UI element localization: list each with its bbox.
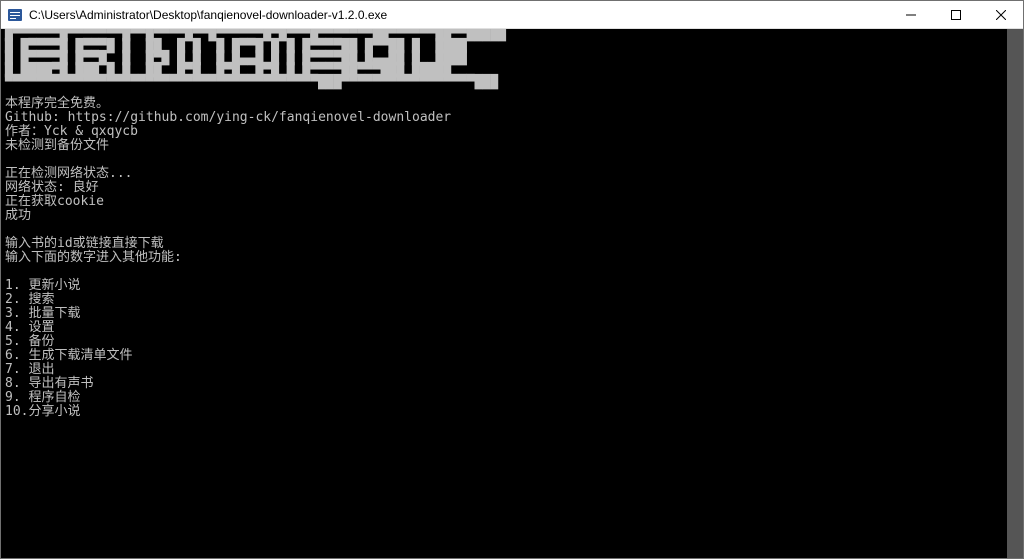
info-checknet: 正在检测网络状态... <box>5 167 1007 181</box>
info-nobackup: 未检测到备份文件 <box>5 139 1007 153</box>
blank-line <box>5 153 1007 167</box>
console-output[interactable]: █▀▀▀▀▀▀█▀▀▀▀▀▀▀█▀▀█▀▀▀▀█▀▀█▀▀▀▀▀▀█▀█▀▀▀█… <box>1 29 1007 558</box>
prompt-input1: 输入书的id或链接直接下载 <box>5 237 1007 251</box>
scrollbar[interactable] <box>1007 29 1023 558</box>
titlebar-path: C:\Users\Administrator\Desktop\fanqienov… <box>29 8 888 22</box>
minimize-button[interactable] <box>888 1 933 28</box>
blank-line <box>5 223 1007 237</box>
info-getcookie: 正在获取cookie <box>5 195 1007 209</box>
info-success: 成功 <box>5 209 1007 223</box>
menu-item: 1. 更新小说 <box>5 279 1007 293</box>
menu-item: 6. 生成下载清单文件 <box>5 349 1007 363</box>
ascii-banner: █▀▀▀▀▀▀█▀▀▀▀▀▀▀█▀▀█▀▀▀▀█▀▀█▀▀▀▀▀▀█▀█▀▀▀█… <box>5 29 1007 89</box>
menu-item: 9. 程序自检 <box>5 391 1007 405</box>
menu-item: 8. 导出有声书 <box>5 377 1007 391</box>
console-area: █▀▀▀▀▀▀█▀▀▀▀▀▀▀█▀▀█▀▀▀▀█▀▀█▀▀▀▀▀▀█▀█▀▀▀█… <box>1 29 1023 558</box>
scrollbar-thumb[interactable] <box>1007 29 1023 558</box>
info-github: Github: https://github.com/ying-ck/fanqi… <box>5 111 1007 125</box>
info-author: 作者：Yck & qxqycb <box>5 125 1007 139</box>
blank-line <box>5 265 1007 279</box>
menu-item: 2. 搜索 <box>5 293 1007 307</box>
app-icon <box>7 7 23 23</box>
maximize-button[interactable] <box>933 1 978 28</box>
menu-item: 7. 退出 <box>5 363 1007 377</box>
menu-item: 10.分享小说 <box>5 405 1007 419</box>
prompt-input2: 输入下面的数字进入其他功能: <box>5 251 1007 265</box>
menu-item: 4. 设置 <box>5 321 1007 335</box>
info-free: 本程序完全免费。 <box>5 97 1007 111</box>
close-button[interactable] <box>978 1 1023 28</box>
window-controls <box>888 1 1023 28</box>
menu-item: 5. 备份 <box>5 335 1007 349</box>
titlebar[interactable]: C:\Users\Administrator\Desktop\fanqienov… <box>1 1 1023 29</box>
menu-item: 3. 批量下载 <box>5 307 1007 321</box>
info-netstatus: 网络状态: 良好 <box>5 181 1007 195</box>
app-window: C:\Users\Administrator\Desktop\fanqienov… <box>0 0 1024 559</box>
